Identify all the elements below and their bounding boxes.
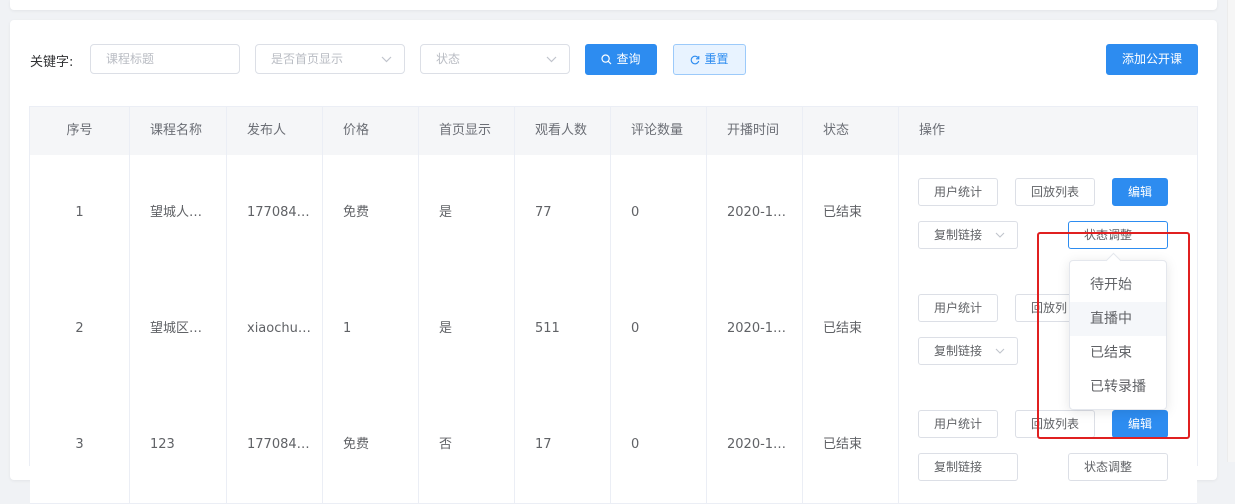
table-header: 序号 课程名称 发布人 价格 首页显示 观看人数 评论数量 开播时间 状态 操作: [30, 107, 1197, 156]
cell-status: 已结束: [803, 271, 899, 387]
table-row: 2 望城区… xiaochu… 1 是 511 0 2020-1… 已结束 用户…: [30, 271, 1197, 388]
header-actions: 操作: [919, 123, 946, 138]
user-stats-button[interactable]: 用户统计: [918, 294, 998, 322]
status-adjust-select[interactable]: 状态调整: [1068, 221, 1168, 249]
top-card: [10, 0, 1217, 10]
edit-button[interactable]: 编辑: [1112, 410, 1168, 438]
status-adjust-select[interactable]: 状态调整: [1068, 453, 1168, 481]
query-label: 查询: [616, 52, 641, 66]
header-comments: 评论数量: [611, 107, 707, 155]
reset-label: 重置: [704, 52, 729, 66]
status-placeholder: 状态: [436, 52, 461, 66]
copy-link-select[interactable]: 复制链接: [918, 221, 1018, 249]
cell-price: 1: [323, 271, 419, 387]
cell-viewers: 511: [515, 271, 611, 387]
reset-button[interactable]: 重置: [673, 44, 746, 75]
add-course-label: 添加公开课: [1121, 52, 1182, 66]
cell-index: 2: [30, 271, 130, 387]
status-option-pending[interactable]: 待开始: [1070, 268, 1166, 302]
cell-comments: 0: [611, 155, 707, 271]
cell-price: 免费: [323, 155, 419, 271]
chevron-down-icon: [995, 222, 1005, 259]
header-name: 课程名称: [130, 107, 227, 155]
chevron-down-icon: [546, 45, 557, 84]
keyword-input[interactable]: 课程标题: [90, 44, 240, 74]
cell-publisher: xiaochu…: [227, 271, 323, 387]
homepage-select[interactable]: 是否首页显示: [255, 44, 405, 74]
cell-homepage: 是: [419, 271, 515, 387]
cell-viewers: 77: [515, 155, 611, 271]
header-homepage: 首页显示: [419, 107, 515, 155]
copy-link-label: 复制链接: [934, 344, 983, 358]
add-course-button[interactable]: 添加公开课: [1106, 44, 1198, 75]
header-index: 序号: [30, 107, 130, 155]
cell-publisher: 177084…: [227, 155, 323, 271]
keyword-placeholder: 课程标题: [106, 52, 155, 66]
header-viewers: 观看人数: [515, 107, 611, 155]
query-button[interactable]: 查询: [585, 44, 657, 75]
course-table: 序号 课程名称 发布人 价格 首页显示 观看人数 评论数量 开播时间 状态 操作…: [29, 106, 1198, 504]
user-stats-button[interactable]: 用户统计: [918, 410, 998, 438]
status-option-ended[interactable]: 已结束: [1070, 336, 1166, 370]
status-select[interactable]: 状态: [420, 44, 570, 74]
edit-button[interactable]: 编辑: [1112, 178, 1168, 206]
status-adjust-label: 状态调整: [1084, 460, 1133, 474]
replay-list-button[interactable]: 回放列表: [1015, 410, 1095, 438]
header-start-time: 开播时间: [707, 107, 803, 155]
chevron-down-icon: [995, 338, 1005, 375]
cell-publisher: 177084…: [227, 387, 323, 503]
row-actions: 用户统计 回放列表 编辑 复制链接 状态调整: [899, 155, 1199, 271]
chevron-down-icon: [381, 45, 392, 84]
header-status: 状态: [803, 107, 899, 155]
copy-link-label: 复制链接: [934, 460, 983, 474]
cell-comments: 0: [611, 387, 707, 503]
cell-name: 望城人…: [130, 155, 227, 271]
cell-name: 望城区…: [130, 271, 227, 387]
cell-homepage: 否: [419, 387, 515, 503]
table-row: 1 望城人… 177084… 免费 是 77 0 2020-1… 已结束 用户统…: [30, 155, 1197, 272]
status-option-live[interactable]: 直播中: [1070, 302, 1166, 336]
header-price: 价格: [323, 107, 419, 155]
cell-status: 已结束: [803, 387, 899, 503]
cell-name: 123: [130, 387, 227, 503]
replay-list-button[interactable]: 回放列表: [1015, 178, 1095, 206]
homepage-placeholder: 是否首页显示: [271, 52, 344, 66]
cell-viewers: 17: [515, 387, 611, 503]
cell-price: 免费: [323, 387, 419, 503]
cell-start-time: 2020-1…: [707, 387, 803, 503]
cell-index: 1: [30, 155, 130, 271]
keyword-label: 关键字:: [30, 55, 74, 70]
status-option-recorded[interactable]: 已转录播: [1070, 370, 1166, 404]
cell-status: 已结束: [803, 155, 899, 271]
copy-link-select[interactable]: 复制链接: [918, 337, 1018, 365]
cell-start-time: 2020-1…: [707, 155, 803, 271]
copy-link-select[interactable]: 复制链接: [918, 453, 1018, 481]
table-row: 3 123 177084… 免费 否 17 0 2020-1… 已结束 用户统计…: [30, 387, 1197, 504]
cell-index: 3: [30, 387, 130, 503]
page-scrollbar[interactable]: [1227, 0, 1235, 462]
header-publisher: 发布人: [227, 107, 323, 155]
user-stats-button[interactable]: 用户统计: [918, 178, 998, 206]
refresh-icon: [691, 55, 700, 65]
status-dropdown-menu: 待开始 直播中 已结束 已转录播: [1069, 252, 1167, 410]
cell-homepage: 是: [419, 155, 515, 271]
copy-link-label: 复制链接: [934, 228, 983, 242]
cell-start-time: 2020-1…: [707, 271, 803, 387]
status-adjust-label: 状态调整: [1084, 228, 1133, 242]
search-icon: [601, 54, 612, 65]
cell-comments: 0: [611, 271, 707, 387]
